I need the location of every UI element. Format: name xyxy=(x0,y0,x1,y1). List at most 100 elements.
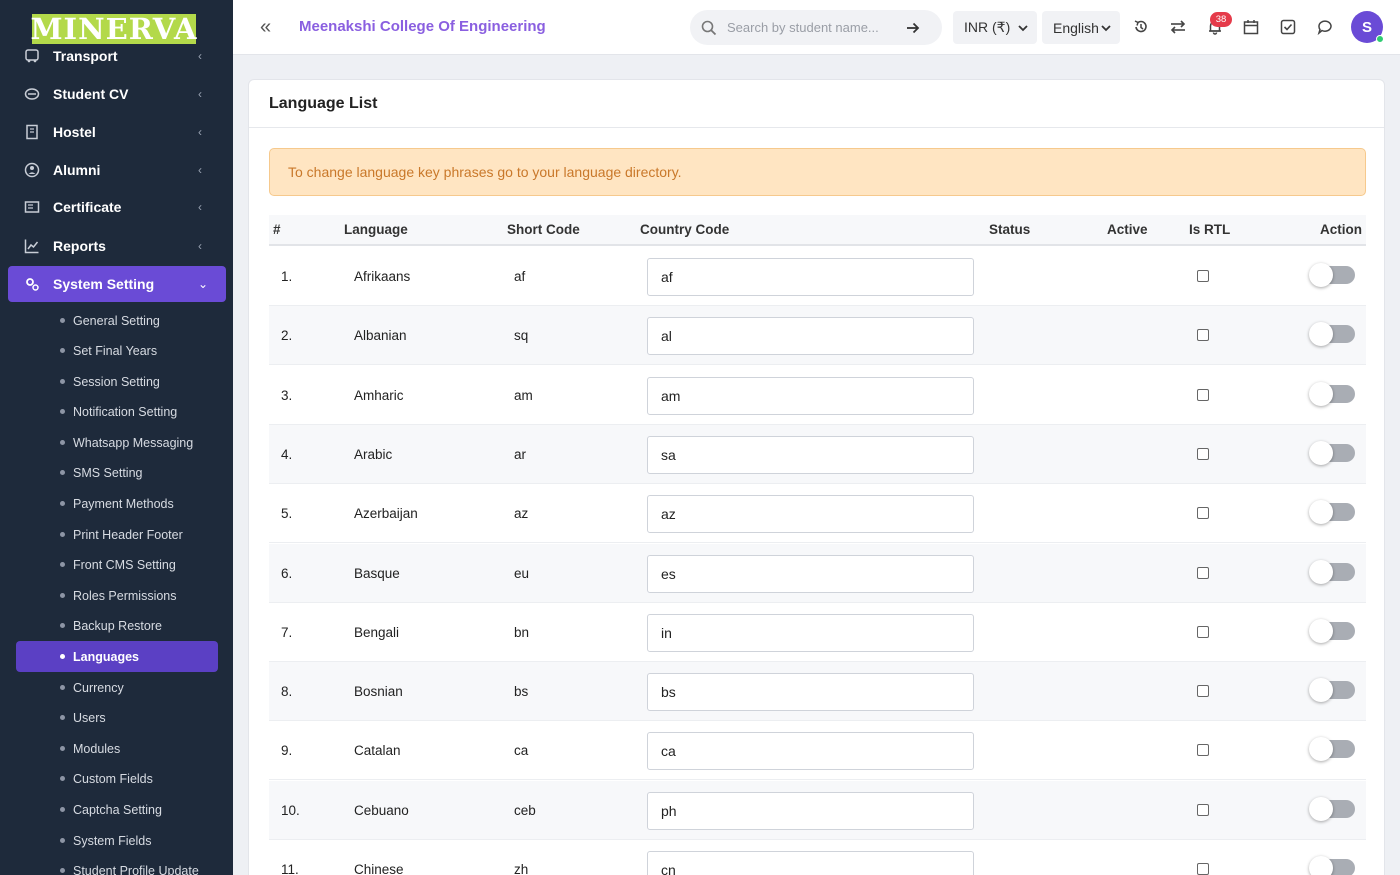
country-code-input[interactable] xyxy=(647,495,974,534)
country-code-input[interactable] xyxy=(647,258,974,296)
enable-language-toggle[interactable] xyxy=(1309,381,1355,406)
sidebar: MINERVA Transport ‹ Student CV ‹ Hostel … xyxy=(0,0,233,875)
sidebar-subitem-label: Print Header Footer xyxy=(73,527,183,542)
currency-select[interactable]: INR (₹) xyxy=(953,11,1037,44)
short-code: sq xyxy=(514,328,529,344)
enable-language-toggle[interactable] xyxy=(1309,500,1355,525)
language-name: Albanian xyxy=(354,328,407,344)
is-rtl-checkbox[interactable] xyxy=(1197,744,1209,757)
is-rtl-checkbox[interactable] xyxy=(1197,388,1209,401)
is-rtl-checkbox[interactable] xyxy=(1197,507,1209,520)
country-code-input[interactable] xyxy=(647,732,974,771)
country-code-input[interactable] xyxy=(647,791,974,830)
sidebar-subitem-front-cms-setting[interactable]: Front CMS Setting xyxy=(16,549,218,580)
sidebar-subitem-payment-methods[interactable]: Payment Methods xyxy=(16,488,218,519)
minerva-logo[interactable]: MINERVA xyxy=(30,14,197,44)
task-check-icon[interactable] xyxy=(1278,17,1298,37)
chevron-left-icon: ‹ xyxy=(198,87,202,101)
sidebar-subitem-label: Roles Permissions xyxy=(73,588,177,603)
is-rtl-checkbox[interactable] xyxy=(1197,863,1209,875)
country-code-input[interactable] xyxy=(647,554,974,593)
chat-icon[interactable] xyxy=(1315,17,1335,37)
is-rtl-checkbox[interactable] xyxy=(1197,329,1209,342)
sidebar-subitem-currency[interactable]: Currency xyxy=(16,672,218,703)
info-alert: To change language key phrases go to you… xyxy=(269,148,1366,196)
sidebar-item-reports[interactable]: Reports ‹ xyxy=(8,228,226,264)
sidebar-subitem-label: General Setting xyxy=(73,313,160,328)
enable-language-toggle[interactable] xyxy=(1309,618,1355,643)
online-status-dot xyxy=(1376,35,1384,43)
sidebar-subitem-label: Notification Setting xyxy=(73,404,178,419)
sidebar-item-alumni[interactable]: Alumni ‹ xyxy=(8,152,226,188)
sidebar-subitem-users[interactable]: Users xyxy=(16,702,218,733)
toggle-knob xyxy=(1309,618,1333,643)
toggle-knob xyxy=(1309,678,1333,703)
country-code-input[interactable] xyxy=(647,376,974,415)
enable-language-toggle[interactable] xyxy=(1309,678,1355,703)
sidebar-item-system-setting[interactable]: System Setting ⌄ xyxy=(8,266,226,302)
language-name: Bengali xyxy=(354,624,400,640)
enable-language-toggle[interactable] xyxy=(1309,737,1355,762)
sidebar-subitem-languages[interactable]: Languages xyxy=(16,641,218,672)
country-code-input[interactable] xyxy=(647,435,974,474)
enable-language-toggle[interactable] xyxy=(1309,796,1355,821)
sidebar-subitem-custom-fields[interactable]: Custom Fields xyxy=(16,763,218,794)
country-code-input[interactable] xyxy=(647,317,974,356)
col-country-code: Country Code xyxy=(640,222,730,237)
arrow-right-icon[interactable] xyxy=(905,20,921,36)
table-row: 8. Bosnian bs xyxy=(269,662,1366,722)
sidebar-subitem-general-setting[interactable]: General Setting xyxy=(16,305,218,336)
chevron-left-icon: ‹ xyxy=(198,239,202,253)
col-language: Language xyxy=(344,222,408,237)
col-short-code: Short Code xyxy=(507,222,580,237)
language-select[interactable]: English xyxy=(1042,11,1120,44)
sidebar-subitem-system-fields[interactable]: System Fields xyxy=(16,825,218,856)
sidebar-item-hostel[interactable]: Hostel ‹ xyxy=(8,114,226,150)
sidebar-subitem-notification-setting[interactable]: Notification Setting xyxy=(16,396,218,427)
switch-icon[interactable] xyxy=(1168,17,1188,37)
sidebar-subitem-session-setting[interactable]: Session Setting xyxy=(16,366,218,397)
chevron-down-icon xyxy=(1018,24,1028,31)
sidebar-subitem-whatsapp-messaging[interactable]: Whatsapp Messaging xyxy=(16,427,218,458)
enable-language-toggle[interactable] xyxy=(1309,440,1355,465)
table-row: 4. Arabic ar xyxy=(269,424,1366,484)
sidebar-subitem-student-profile-update[interactable]: Student Profile Update xyxy=(16,855,218,875)
search-input[interactable] xyxy=(727,20,905,35)
sidebar-subitem-print-header-footer[interactable]: Print Header Footer xyxy=(16,519,218,550)
is-rtl-checkbox[interactable] xyxy=(1197,803,1209,816)
short-code: am xyxy=(514,387,533,403)
sidebar-subitem-label: SMS Setting xyxy=(73,465,143,480)
enable-language-toggle[interactable] xyxy=(1309,856,1355,875)
is-rtl-checkbox[interactable] xyxy=(1197,625,1209,638)
sidebar-subitem-backup-restore[interactable]: Backup Restore xyxy=(16,610,218,641)
country-code-input[interactable] xyxy=(647,673,974,712)
sidebar-item-label: Student CV xyxy=(53,86,129,102)
sidebar-subitem-label: Session Setting xyxy=(73,374,160,389)
sidebar-item-student-cv[interactable]: Student CV ‹ xyxy=(8,76,226,112)
country-code-input[interactable] xyxy=(647,613,974,652)
enable-language-toggle[interactable] xyxy=(1309,263,1355,287)
toggle-knob xyxy=(1309,737,1333,762)
enable-language-toggle[interactable] xyxy=(1309,322,1355,347)
bullet-icon xyxy=(60,838,65,843)
language-name: Afrikaans xyxy=(354,269,411,284)
search-icon xyxy=(701,20,717,35)
sidebar-item-certificate[interactable]: Certificate ‹ xyxy=(8,189,226,225)
is-rtl-checkbox[interactable] xyxy=(1197,447,1209,460)
chevron-left-icon: ‹ xyxy=(198,49,202,63)
history-icon[interactable] xyxy=(1131,17,1151,37)
is-rtl-checkbox[interactable] xyxy=(1197,566,1209,579)
sidebar-subitem-sms-setting[interactable]: SMS Setting xyxy=(16,457,218,488)
is-rtl-checkbox[interactable] xyxy=(1197,270,1209,282)
calendar-icon[interactable] xyxy=(1241,17,1261,37)
is-rtl-checkbox[interactable] xyxy=(1197,685,1209,698)
collapse-sidebar-icon[interactable]: « xyxy=(260,17,282,39)
chevron-left-icon: ‹ xyxy=(198,125,202,139)
enable-language-toggle[interactable] xyxy=(1309,559,1355,584)
country-code-input[interactable] xyxy=(647,851,974,875)
toggle-knob xyxy=(1309,440,1333,465)
sidebar-subitem-set-final-years[interactable]: Set Final Years xyxy=(16,335,218,366)
sidebar-subitem-captcha-setting[interactable]: Captcha Setting xyxy=(16,794,218,825)
sidebar-subitem-modules[interactable]: Modules xyxy=(16,733,218,764)
sidebar-subitem-roles-permissions[interactable]: Roles Permissions xyxy=(16,580,218,611)
